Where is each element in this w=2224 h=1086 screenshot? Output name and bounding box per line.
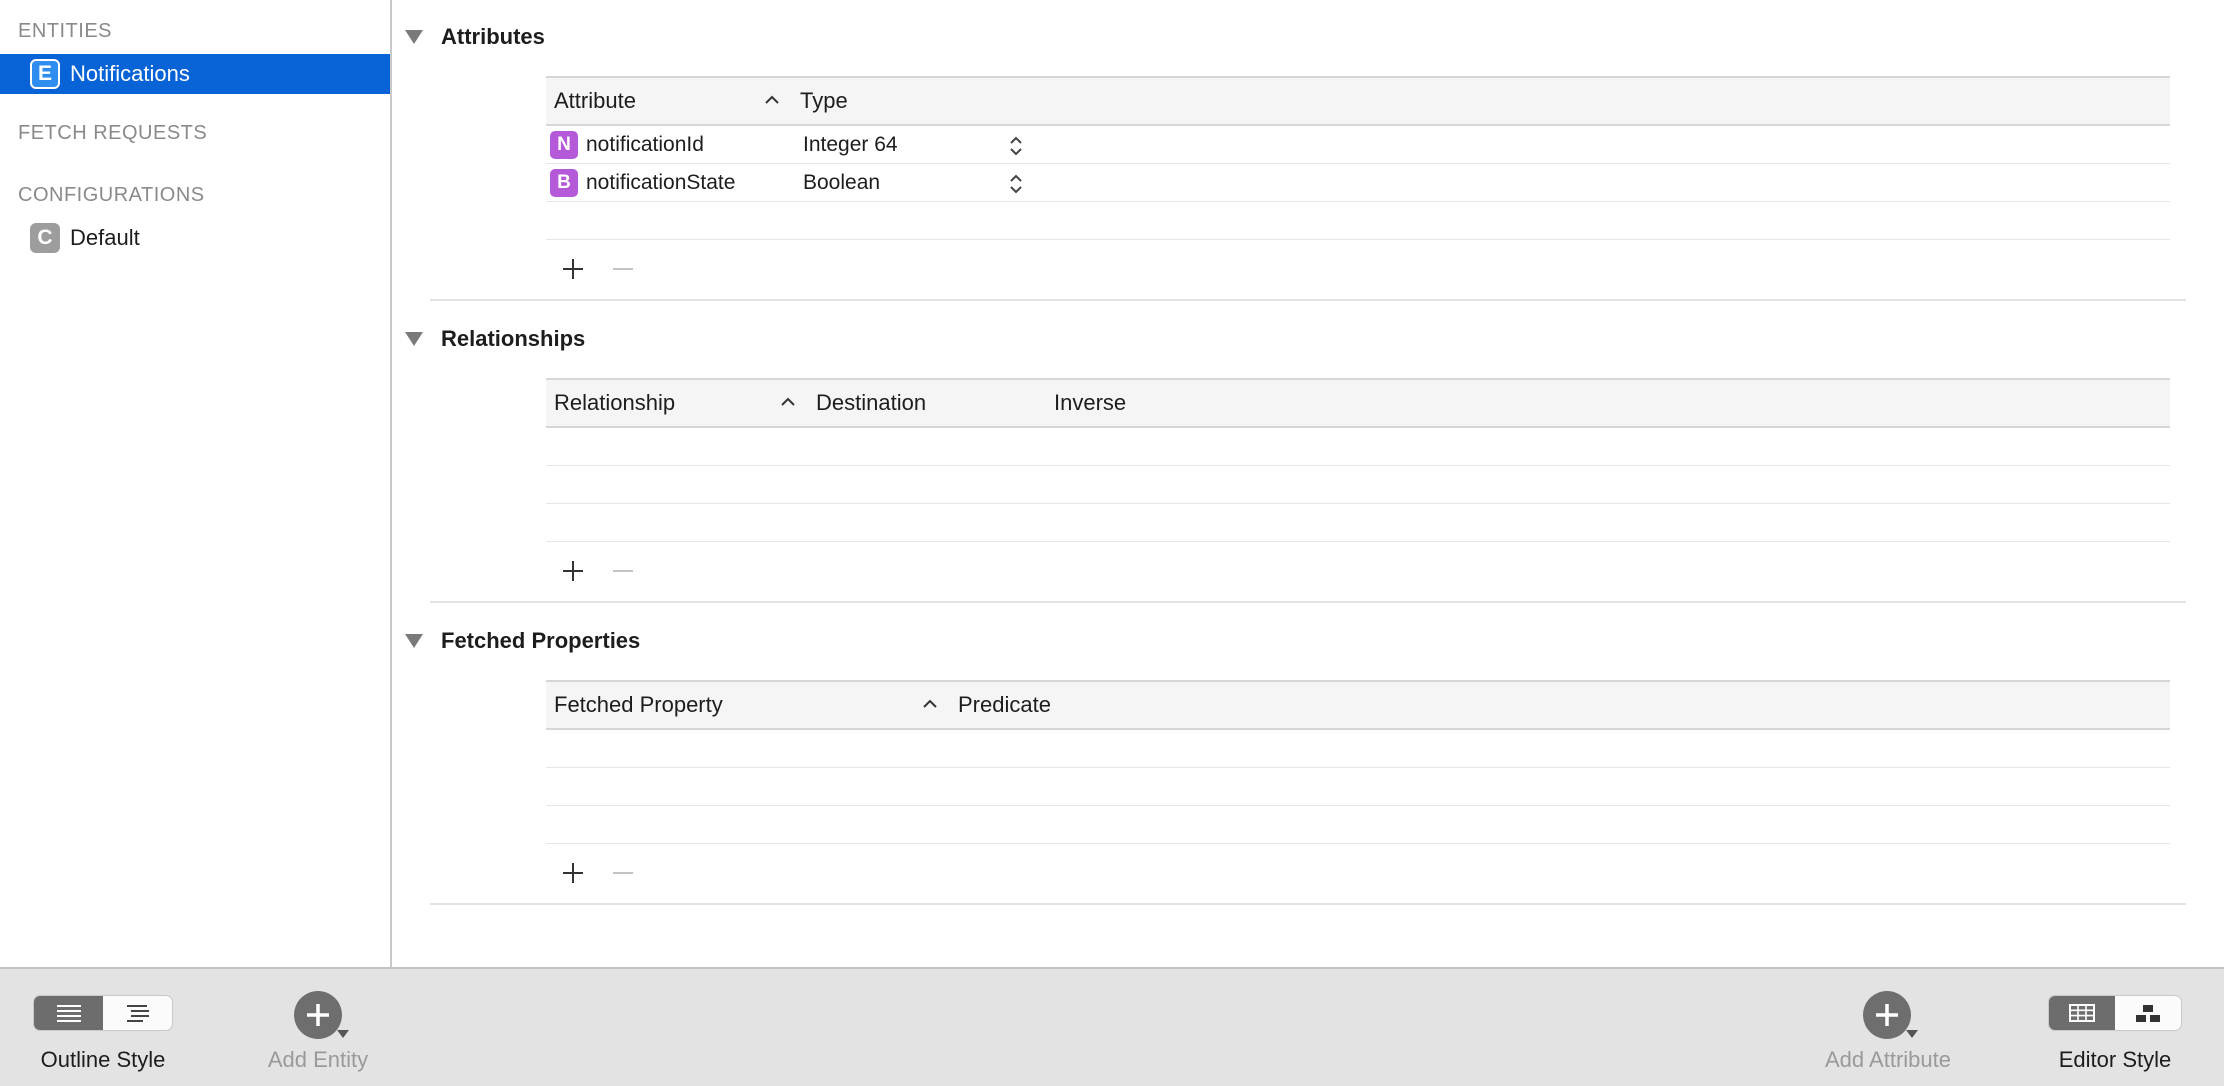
add-attribute-dropdown-caret-icon[interactable] [1906, 1030, 1918, 1038]
column-header-attribute[interactable]: Attribute [554, 88, 636, 114]
attribute-type-badge-icon: B [550, 169, 578, 197]
section-divider [430, 601, 2186, 603]
fetch-requests-header: FETCH REQUESTS [18, 122, 208, 144]
add-entity-dropdown-caret-icon[interactable] [337, 1030, 349, 1038]
empty-row [546, 504, 2170, 542]
attribute-name[interactable]: notificationId [586, 133, 704, 157]
sort-ascending-icon[interactable] [778, 392, 798, 412]
empty-row [546, 428, 2170, 466]
sort-ascending-icon[interactable] [920, 694, 940, 714]
fetched-properties-section-header[interactable]: Fetched Properties [405, 628, 641, 654]
entities-header: ENTITIES [18, 20, 113, 42]
outline-list-style-button[interactable] [34, 996, 103, 1030]
attribute-type-badge-icon: N [550, 131, 578, 159]
add-entity-label: Add Entity [267, 1047, 369, 1072]
sidebar-item-label: Default [70, 225, 140, 250]
table-footer [546, 844, 2170, 904]
section-title: Relationships [441, 326, 586, 351]
empty-row [546, 768, 2170, 806]
entity-badge-icon: E [30, 59, 60, 89]
bottom-toolbar: Outline Style Add Entity Add Attribute E… [0, 967, 2224, 1086]
disclosure-triangle-icon[interactable] [405, 30, 423, 44]
sidebar-item-default[interactable]: C Default [0, 218, 390, 258]
table-row[interactable]: B notificationState Boolean [546, 164, 2170, 202]
disclosure-triangle-icon[interactable] [405, 332, 423, 346]
empty-row [546, 730, 2170, 768]
empty-row [546, 466, 2170, 504]
plus-icon [307, 1004, 329, 1026]
editor-style-control[interactable] [2048, 995, 2182, 1031]
outline-style-control[interactable] [33, 995, 173, 1031]
add-attribute-button[interactable] [1863, 991, 1911, 1039]
relationships-section-header[interactable]: Relationships [405, 326, 586, 352]
sidebar: ENTITIES E Notifications FETCH REQUESTS … [0, 0, 392, 967]
column-header-fetched-property[interactable]: Fetched Property [554, 692, 723, 718]
attributes-table: Attribute Type N notificationId Integer … [546, 76, 2170, 300]
remove-attribute-minus-icon[interactable] [608, 254, 638, 284]
plus-icon [1876, 1004, 1898, 1026]
entity-editor: Attributes Attribute Type N notification… [394, 0, 2224, 967]
column-header-destination[interactable]: Destination [816, 390, 926, 416]
table-footer [546, 240, 2170, 300]
table-header: Attribute Type [546, 76, 2170, 126]
attributes-section-header[interactable]: Attributes [405, 24, 545, 50]
empty-row [546, 202, 2170, 240]
section-title: Attributes [441, 24, 545, 49]
section-divider [430, 299, 2186, 301]
empty-row [546, 806, 2170, 844]
attribute-type-select[interactable]: Boolean [803, 171, 880, 195]
remove-fetched-property-minus-icon[interactable] [608, 858, 638, 888]
column-header-predicate[interactable]: Predicate [958, 692, 1051, 718]
add-attribute-label: Add Attribute [1825, 1047, 1951, 1072]
popup-stepper-icon[interactable] [1008, 172, 1024, 196]
column-header-relationship[interactable]: Relationship [554, 390, 675, 416]
column-header-inverse[interactable]: Inverse [1054, 390, 1126, 416]
sidebar-item-label: Notifications [70, 61, 190, 86]
add-attribute-plus-icon[interactable] [558, 254, 588, 284]
editor-style-label: Editor Style [2058, 1047, 2172, 1072]
configurations-header: CONFIGURATIONS [18, 184, 205, 206]
table-style-button[interactable] [2049, 996, 2115, 1030]
table-footer [546, 542, 2170, 602]
fetched-properties-table: Fetched Property Predicate [546, 680, 2170, 904]
table-row[interactable]: N notificationId Integer 64 [546, 126, 2170, 164]
graph-style-button[interactable] [2115, 996, 2181, 1030]
table-header: Relationship Destination Inverse [546, 378, 2170, 428]
column-header-type[interactable]: Type [800, 88, 848, 114]
popup-stepper-icon[interactable] [1008, 134, 1024, 158]
add-relationship-plus-icon[interactable] [558, 556, 588, 586]
remove-relationship-minus-icon[interactable] [608, 556, 638, 586]
sidebar-item-notifications[interactable]: E Notifications [0, 54, 390, 94]
list-icon [56, 1005, 81, 1022]
outline-hierarchy-style-button[interactable] [103, 996, 172, 1030]
configuration-badge-icon: C [30, 223, 60, 253]
add-fetched-property-plus-icon[interactable] [558, 858, 588, 888]
section-divider [430, 903, 2186, 905]
attribute-name[interactable]: notificationState [586, 171, 735, 195]
section-title: Fetched Properties [441, 628, 641, 653]
sort-ascending-icon[interactable] [762, 90, 782, 110]
relationships-table: Relationship Destination Inverse [546, 378, 2170, 602]
disclosure-triangle-icon[interactable] [405, 634, 423, 648]
outline-style-label: Outline Style [40, 1047, 166, 1072]
table-grid-icon [2069, 1004, 2095, 1022]
attribute-type-select[interactable]: Integer 64 [803, 133, 898, 157]
graph-diagram-icon [2136, 1005, 2160, 1022]
add-entity-button[interactable] [294, 991, 342, 1039]
table-header: Fetched Property Predicate [546, 680, 2170, 730]
hierarchy-list-icon [126, 1005, 149, 1022]
